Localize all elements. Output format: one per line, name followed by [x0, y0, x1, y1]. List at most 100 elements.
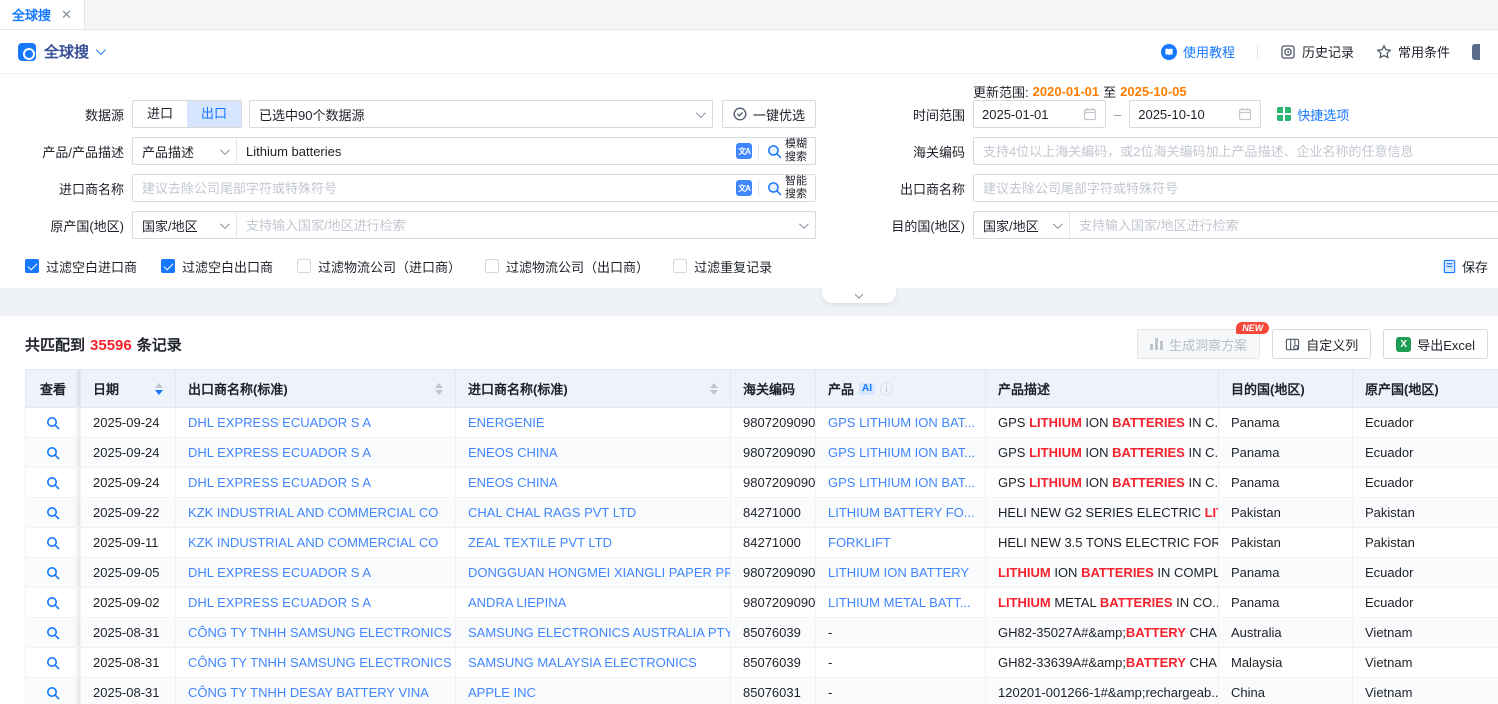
product-link[interactable]: GPS LITHIUM ION BAT...: [828, 475, 975, 490]
custom-columns-button[interactable]: 自定义列: [1272, 329, 1371, 359]
importer-link[interactable]: ENEOS CHINA: [468, 445, 558, 460]
origin-input[interactable]: [237, 212, 795, 238]
data-source-summary: 已选中90个数据源: [259, 105, 364, 124]
product-input[interactable]: [237, 138, 736, 164]
time-range-label: 时间范围: [873, 105, 965, 124]
one-click-optimize-button[interactable]: 一键优选: [722, 100, 816, 128]
column-header[interactable]: 出口商名称(标准): [176, 370, 456, 408]
product-field-select[interactable]: 产品描述: [133, 138, 237, 164]
view-record-button[interactable]: [26, 528, 80, 557]
destination-cell: Malaysia: [1219, 648, 1353, 678]
product-link[interactable]: GPS LITHIUM ION BAT...: [828, 415, 975, 430]
destination-type-select[interactable]: 国家/地区: [974, 212, 1070, 238]
tab-global-search[interactable]: 全球搜 ✕: [0, 0, 85, 29]
quick-options-button[interactable]: 快捷选项: [1277, 105, 1349, 124]
exporter-link[interactable]: DHL EXPRESS ECUADOR S A: [188, 475, 371, 490]
date-to-input[interactable]: [1129, 100, 1261, 128]
importer-link[interactable]: SAMSUNG ELECTRONICS AUSTRALIA PTY: [468, 625, 731, 640]
close-icon[interactable]: ✕: [61, 8, 72, 21]
importer-link[interactable]: CHAL CHAL RAGS PVT LTD: [468, 505, 636, 520]
exporter-input[interactable]: [974, 175, 1498, 201]
product-link[interactable]: LITHIUM METAL BATT...: [828, 595, 971, 610]
translate-icon[interactable]: 文A: [736, 143, 752, 159]
sort-carets[interactable]: [155, 383, 163, 395]
exporter-link[interactable]: CÔNG TY TNHH DESAY BATTERY VINA: [188, 685, 429, 700]
view-record-button[interactable]: [26, 468, 80, 497]
favorites-link[interactable]: 常用条件: [1376, 42, 1450, 61]
exporter-link[interactable]: DHL EXPRESS ECUADOR S A: [188, 565, 371, 580]
origin-type-select[interactable]: 国家/地区: [133, 212, 237, 238]
search-icon: [767, 181, 782, 196]
view-record-button[interactable]: [26, 648, 80, 677]
view-record-button[interactable]: [26, 588, 80, 617]
collapse-panel-button[interactable]: [822, 288, 896, 303]
filter-duplicates[interactable]: 过滤重复记录: [673, 257, 772, 276]
importer-cell: ENEOS CHINA: [456, 438, 731, 468]
view-record-icon: [46, 506, 60, 520]
column-header[interactable]: 进口商名称(标准): [456, 370, 731, 408]
view-record-button[interactable]: [26, 408, 80, 437]
export-excel-button[interactable]: X 导出Excel: [1383, 329, 1488, 359]
history-link[interactable]: 历史记录: [1280, 42, 1354, 61]
product-empty: -: [828, 625, 832, 640]
destination-input[interactable]: [1070, 212, 1498, 238]
column-header: 海关编码: [731, 370, 816, 408]
date-to-value[interactable]: [1138, 107, 1222, 122]
view-cell: [26, 528, 81, 558]
sort-carets[interactable]: [710, 383, 718, 395]
tutorial-link[interactable]: 使用教程: [1161, 42, 1235, 61]
importer-cell: CHAL CHAL RAGS PVT LTD: [456, 498, 731, 528]
importer-link[interactable]: DONGGUAN HONGMEI XIANGLI PAPER PR...: [468, 565, 731, 580]
export-toggle[interactable]: 出口: [187, 101, 241, 127]
filter-logistics-exporter[interactable]: 过滤物流公司（出口商）: [485, 257, 649, 276]
hs-code-input[interactable]: [974, 138, 1498, 164]
highlighted-term: LITHIUM: [1029, 475, 1082, 490]
exporter-link[interactable]: DHL EXPRESS ECUADOR S A: [188, 415, 371, 430]
importer-link[interactable]: APPLE INC: [468, 685, 536, 700]
data-source-select[interactable]: 已选中90个数据源: [249, 100, 713, 128]
product-link[interactable]: LITHIUM BATTERY FO...: [828, 505, 975, 520]
highlighted-term: LITHIUM: [998, 565, 1051, 580]
view-record-button[interactable]: [26, 618, 80, 647]
import-toggle[interactable]: 进口: [133, 101, 187, 127]
filter-blank-importer[interactable]: 过滤空白进口商: [25, 257, 137, 276]
column-header[interactable]: 日期: [81, 370, 176, 408]
importer-link[interactable]: ENERGENIE: [468, 415, 545, 430]
search-icon: [767, 144, 782, 159]
product-link[interactable]: LITHIUM ION BATTERY: [828, 565, 969, 580]
exporter-link[interactable]: KZK INDUSTRIAL AND COMMERCIAL CO: [188, 505, 438, 520]
exporter-link[interactable]: DHL EXPRESS ECUADOR S A: [188, 445, 371, 460]
sort-carets[interactable]: [435, 383, 443, 395]
date-from-input[interactable]: [973, 100, 1106, 128]
date-from-value[interactable]: [982, 107, 1066, 122]
importer-link[interactable]: ENEOS CHINA: [468, 475, 558, 490]
filter-logistics-importer[interactable]: 过滤物流公司（进口商）: [297, 257, 461, 276]
view-record-button[interactable]: [26, 558, 80, 587]
view-record-button[interactable]: [26, 678, 80, 704]
filter-blank-exporter[interactable]: 过滤空白出口商: [161, 257, 273, 276]
importer-link[interactable]: ZEAL TEXTILE PVT LTD: [468, 535, 612, 550]
view-record-button[interactable]: [26, 498, 80, 527]
product-link[interactable]: FORKLIFT: [828, 535, 891, 550]
exporter-link[interactable]: CÔNG TY TNHH SAMSUNG ELECTRONICS ...: [188, 625, 456, 640]
translate-icon[interactable]: 文A: [736, 180, 752, 196]
product-empty: -: [828, 655, 832, 670]
ai-badge: AI: [859, 383, 875, 395]
hs-code-cell: 9807209090: [731, 468, 816, 498]
clipped-header-action[interactable]: [1472, 44, 1480, 60]
exporter-link[interactable]: DHL EXPRESS ECUADOR S A: [188, 595, 371, 610]
exporter-cell: CÔNG TY TNHH SAMSUNG ELECTRONICS ...: [176, 648, 456, 678]
smart-search-button[interactable]: 智能搜索: [765, 175, 815, 200]
view-record-button[interactable]: [26, 438, 80, 467]
importer-link[interactable]: ANDRA LIEPINA: [468, 595, 566, 610]
fuzzy-search-button[interactable]: 模糊搜索: [765, 138, 815, 163]
product-link[interactable]: GPS LITHIUM ION BAT...: [828, 445, 975, 460]
exporter-link[interactable]: KZK INDUSTRIAL AND COMMERCIAL CO: [188, 535, 438, 550]
save-button[interactable]: 保存: [1442, 257, 1488, 276]
chevron-down-icon[interactable]: [96, 45, 106, 55]
exporter-link[interactable]: CÔNG TY TNHH SAMSUNG ELECTRONICS ...: [188, 655, 456, 670]
view-cell: [26, 648, 81, 678]
generate-insight-button[interactable]: 生成洞察方案 NEW: [1137, 329, 1260, 359]
importer-input[interactable]: [133, 175, 736, 201]
importer-link[interactable]: SAMSUNG MALAYSIA ELECTRONICS: [468, 655, 697, 670]
